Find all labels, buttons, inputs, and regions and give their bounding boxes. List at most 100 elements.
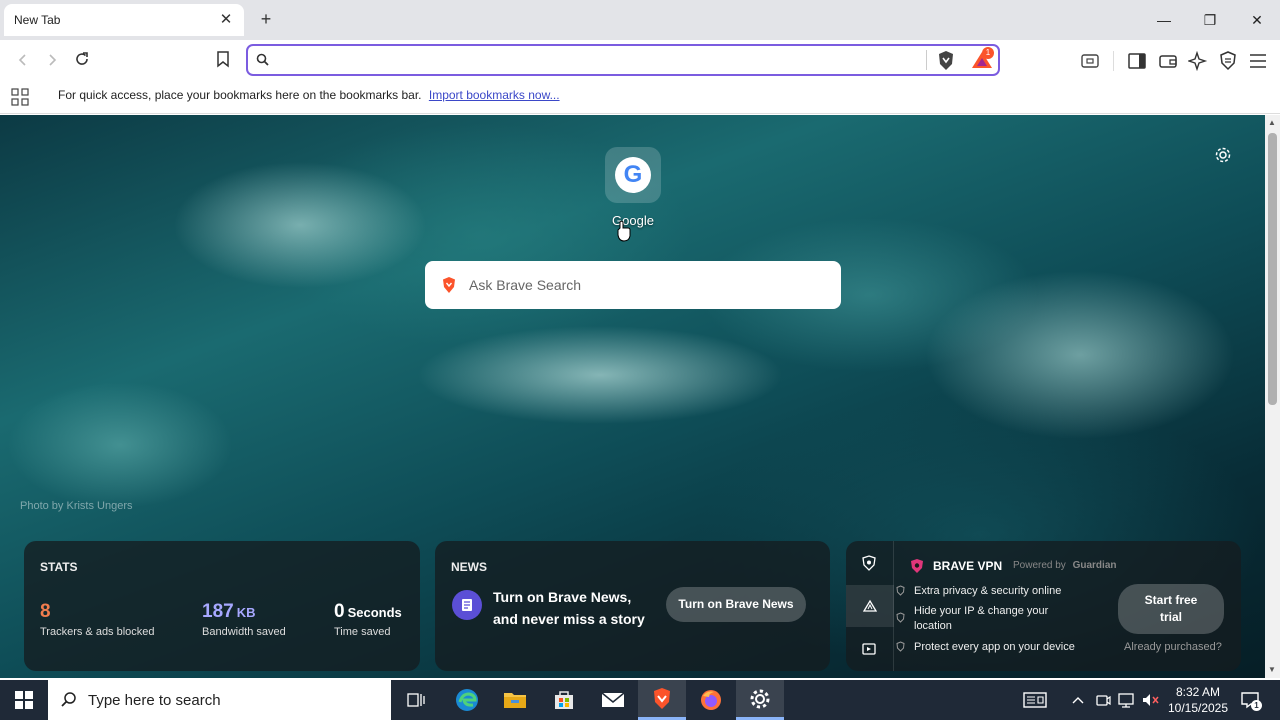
import-bookmarks-link[interactable]: Import bookmarks now...: [429, 88, 560, 102]
scrollbar-thumb[interactable]: [1268, 133, 1277, 405]
apps-grid-icon: [11, 88, 29, 106]
action-center-button[interactable]: 1: [1239, 690, 1262, 711]
screenshot-button[interactable]: [1079, 50, 1101, 72]
vpn-widget-tab[interactable]: [862, 555, 876, 576]
task-view-button[interactable]: [392, 680, 440, 720]
back-button[interactable]: [12, 50, 34, 72]
bookmarks-hint-text: For quick access, place your bookmarks h…: [58, 88, 422, 102]
trial-line1: Start free: [1144, 593, 1198, 607]
top-site-label[interactable]: Google: [593, 213, 673, 228]
bookmark-button[interactable]: [212, 50, 234, 72]
start-free-trial-button[interactable]: Start free trial: [1118, 584, 1224, 634]
bandwidth-stat: 187 KB Bandwidth saved: [202, 601, 286, 638]
vpn-powered-by: Powered by Guardian: [1013, 560, 1117, 571]
tab-close-icon[interactable]: ✕: [216, 10, 236, 30]
google-logo-letter: G: [623, 161, 643, 188]
photo-credit[interactable]: Photo by Krists Ungers: [20, 500, 133, 512]
talk-widget-tab[interactable]: [862, 642, 876, 660]
taskbar-search[interactable]: Type here to search: [48, 680, 391, 720]
gear-icon: [1215, 147, 1231, 163]
guardian-logo: Guardian: [1072, 560, 1117, 571]
check-shield-icon: [896, 612, 905, 628]
meet-now-tray[interactable]: [1093, 690, 1113, 710]
news-icon: [452, 590, 482, 620]
firefox-app[interactable]: [687, 680, 735, 720]
forward-button[interactable]: [41, 50, 63, 72]
news-widget-tray[interactable]: [1022, 690, 1048, 710]
news-promo: Turn on Brave News, and never miss a sto…: [493, 586, 645, 630]
rewards-widget-tab[interactable]: [846, 585, 894, 627]
apps-button[interactable]: [11, 88, 29, 109]
vpn-title: BRAVE VPN: [933, 559, 1003, 573]
customize-settings-button[interactable]: [1214, 146, 1232, 169]
close-window-button[interactable]: ✕: [1243, 8, 1271, 32]
system-clock[interactable]: 8:32 AM 10/15/2025: [1163, 684, 1233, 716]
brave-shields-button[interactable]: [936, 50, 956, 77]
top-site-google[interactable]: G: [605, 147, 661, 203]
stats-heading: STATS: [40, 560, 78, 574]
new-tab-button[interactable]: +: [256, 9, 276, 29]
network-icon: [1118, 693, 1134, 708]
volume-muted-icon: [1143, 694, 1159, 706]
brave-search-box[interactable]: Ask Brave Search: [425, 261, 841, 309]
scroll-up-arrow-icon[interactable]: ▲: [1268, 118, 1276, 127]
bandwidth-unit: KB: [236, 605, 256, 620]
menu-button[interactable]: [1247, 50, 1269, 72]
brave-lion-icon: [939, 51, 953, 70]
check-shield-icon: [896, 585, 905, 601]
vpn-shield-icon: [1220, 51, 1236, 71]
vpn-button[interactable]: [1217, 50, 1239, 72]
store-app[interactable]: [540, 680, 588, 720]
address-bar[interactable]: 1: [246, 44, 1000, 76]
volume-tray[interactable]: [1140, 690, 1160, 710]
wallet-button[interactable]: [1157, 50, 1179, 72]
file-explorer-app[interactable]: [491, 680, 539, 720]
sidebar-icon: [1128, 53, 1146, 69]
task-view-icon: [407, 693, 425, 707]
network-tray[interactable]: [1116, 690, 1136, 710]
tab-new-tab[interactable]: New Tab ✕: [4, 4, 244, 36]
settings-app[interactable]: [736, 680, 784, 720]
search-icon: [61, 692, 76, 707]
vpn-feature-text: Extra privacy & security online: [914, 585, 1062, 597]
edge-app[interactable]: [443, 680, 491, 720]
back-arrow-icon: [18, 54, 26, 66]
brave-lion-icon: [654, 687, 670, 709]
vpn-feature-text: Hide your IP & change your location: [914, 605, 1049, 632]
windows-taskbar: Type here to search 8:32 AM 10/15/2025 1: [0, 680, 1280, 720]
bandwidth-label: Bandwidth saved: [202, 626, 286, 638]
bookmark-icon: [217, 51, 229, 68]
mail-app[interactable]: [589, 680, 637, 720]
clock-date: 10/15/2025: [1167, 701, 1229, 715]
video-camera-icon: [862, 643, 876, 655]
time-value: 0: [334, 601, 345, 622]
screenshot-icon: [1081, 54, 1099, 68]
turn-on-news-button[interactable]: Turn on Brave News: [666, 587, 806, 622]
reload-button[interactable]: [71, 50, 93, 72]
leo-ai-button[interactable]: [1187, 50, 1209, 72]
show-hidden-icons-button[interactable]: [1068, 690, 1088, 710]
address-divider: [926, 50, 927, 70]
mail-envelope-icon: [601, 692, 625, 707]
restore-button[interactable]: ❐: [1196, 8, 1224, 32]
start-button[interactable]: [0, 680, 48, 720]
vpn-powered-label: Powered by: [1013, 560, 1066, 571]
news-widget-icon: [1023, 692, 1047, 708]
windows-logo-icon: [15, 691, 33, 709]
time-label: Time saved: [334, 626, 391, 638]
sidebar-button[interactable]: [1126, 50, 1148, 72]
firefox-icon: [701, 690, 721, 710]
news-heading: NEWS: [451, 560, 487, 574]
store-bag-icon: [555, 691, 573, 709]
check-shield-icon: [896, 641, 905, 657]
page-scrollbar[interactable]: ▲ ▼: [1265, 115, 1280, 678]
brave-rewards-button[interactable]: 1: [970, 47, 994, 76]
scroll-down-arrow-icon[interactable]: ▼: [1268, 665, 1276, 674]
toolbar-divider: [1113, 51, 1114, 71]
brave-app[interactable]: [638, 680, 686, 720]
time-unit: Seconds: [347, 605, 402, 620]
already-purchased-link[interactable]: Already purchased?: [1124, 641, 1222, 653]
vpn-card: BRAVE VPN Powered by Guardian Extra priv…: [846, 541, 1241, 671]
brave-search-logo-icon: [443, 277, 455, 293]
minimize-button[interactable]: —: [1150, 8, 1178, 32]
